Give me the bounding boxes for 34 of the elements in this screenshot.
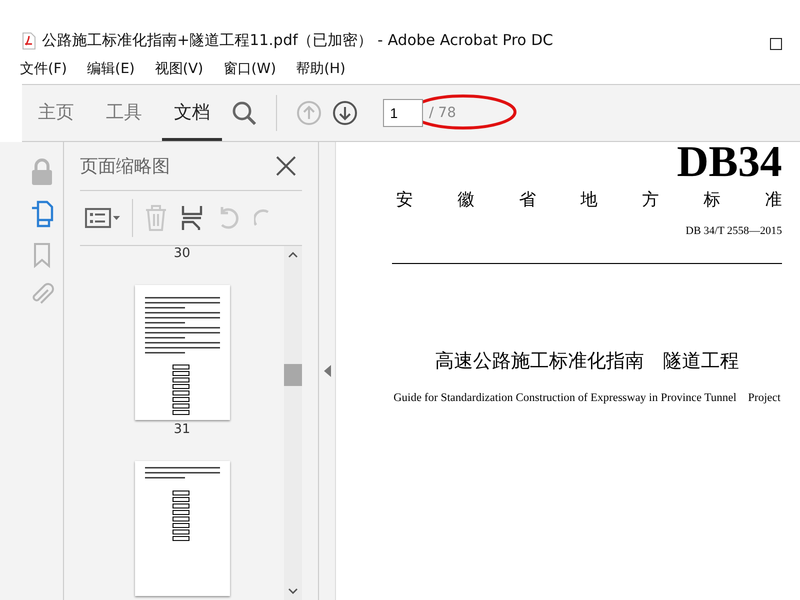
issuer-character: 方 (642, 189, 659, 212)
scrollbar-thumb[interactable] (284, 364, 302, 386)
page-number: 31 (174, 422, 190, 437)
menu-item[interactable]: 窗口(W) (223, 60, 282, 78)
issuer-character: 地 (580, 189, 598, 212)
pages-icon[interactable] (30, 200, 54, 228)
issuer-character: 标 (704, 189, 720, 212)
document-code: DB34 (676, 142, 782, 186)
menu-item[interactable]: 文件(F) (20, 60, 73, 78)
window-title: 公路施工标准化指南+隧道工程11.pdf（已加密） - Adobe Acrobat Pro DC (42, 31, 554, 50)
collapse-icon[interactable] (324, 365, 330, 377)
menu-item[interactable]: 编辑(E) (86, 60, 141, 78)
scroll-down-icon[interactable] (288, 588, 298, 594)
issuer-character: 省 (519, 189, 536, 212)
pdf-file-icon (22, 32, 36, 50)
page-thumbnail[interactable] (134, 285, 230, 420)
document-title: 高速公路施工标准化指南 隧道工程 (435, 349, 739, 374)
issuer-character: 徽 (458, 189, 474, 212)
page-number-field[interactable]: 1 (383, 99, 423, 127)
menu-item[interactable]: 视图(V) (154, 60, 210, 78)
maximize-button[interactable] (770, 38, 782, 50)
issuer-character: 准 (765, 189, 782, 212)
page-thumbnail[interactable] (134, 461, 230, 596)
scroll-up-icon[interactable] (288, 252, 298, 258)
issuer-character: 安 (396, 189, 413, 212)
document-subtitle: Guide for Standardization Construction of Expressway in Province Tunnel Project (393, 392, 781, 404)
standard-number: DB 34/T 2558—2015 (686, 225, 782, 238)
menu-item[interactable]: 帮助(H) (296, 60, 352, 78)
search-icon (231, 100, 257, 126)
tab[interactable]: 主页 (26, 85, 86, 141)
tab[interactable]: 工具 (94, 85, 154, 141)
page-total: / 78 (429, 105, 456, 121)
panel-title: 页面缩略图 (80, 155, 170, 178)
page-number: 30 (174, 246, 190, 261)
